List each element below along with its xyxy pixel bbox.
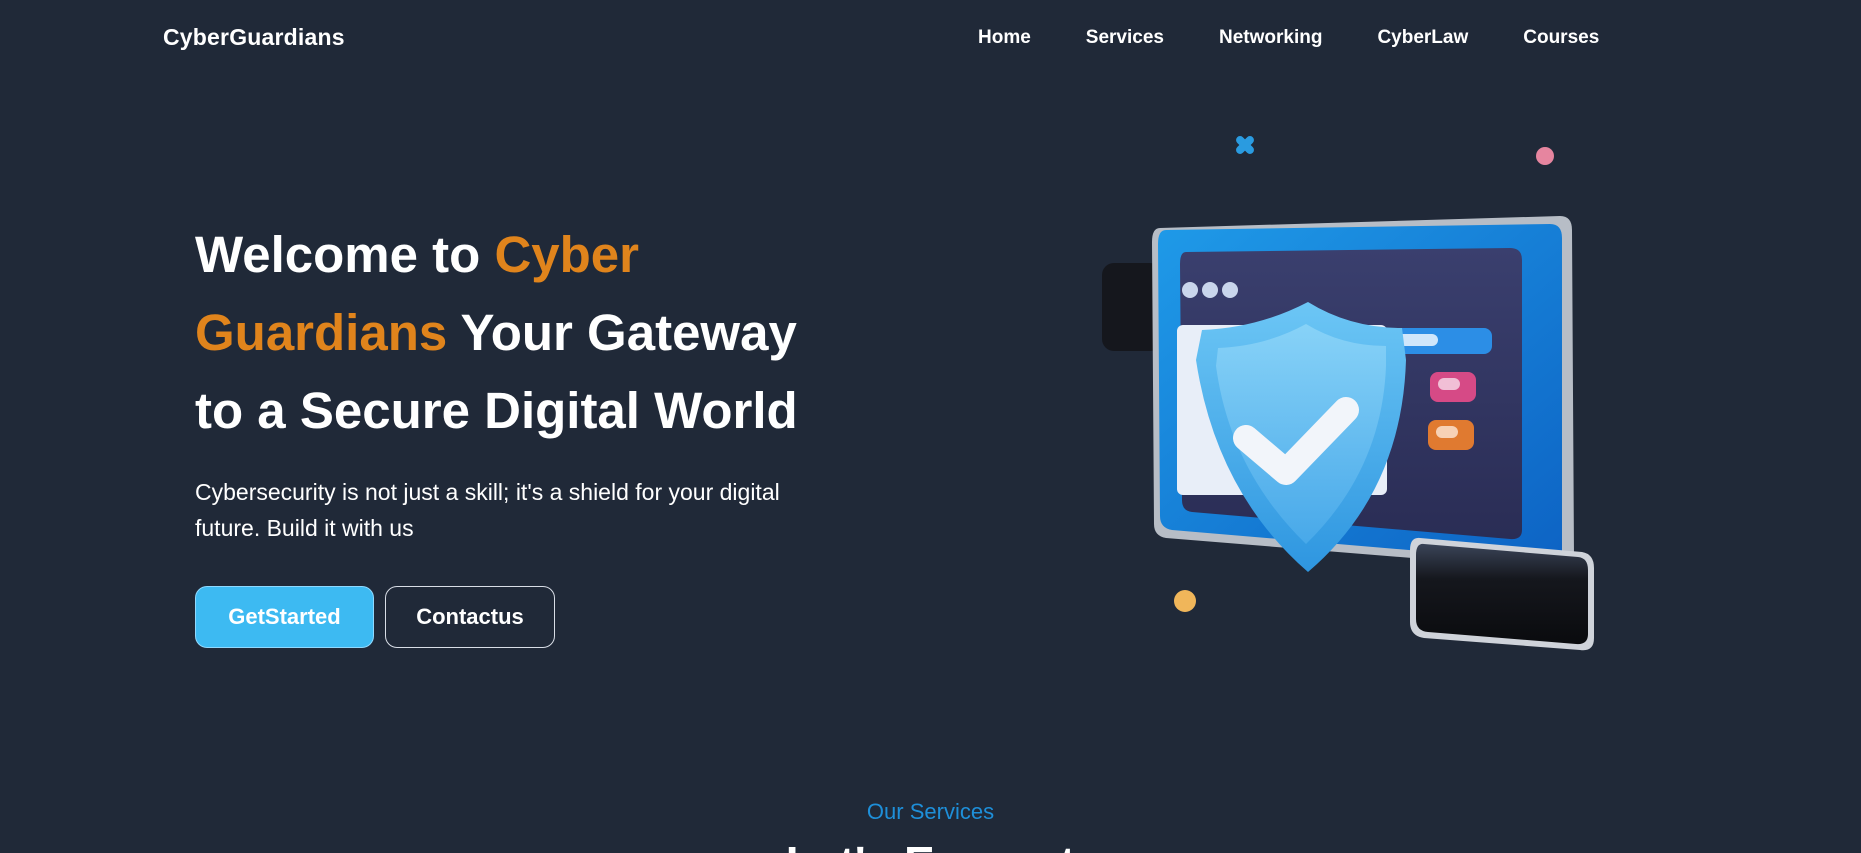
nav-item-cyberlaw[interactable]: CyberLaw <box>1377 27 1468 49</box>
hero-title-prefix: Welcome to <box>195 226 495 283</box>
get-started-button[interactable]: GetStarted <box>195 586 374 648</box>
window-dot <box>1182 282 1198 298</box>
services-eyebrow: Our Services <box>866 799 995 824</box>
window-dot <box>1202 282 1218 298</box>
services-heading: Let's Encrypt <box>0 836 1861 853</box>
floating-cross-icon <box>1236 136 1254 154</box>
hero-subtitle: Cybersecurity is not just a skill; it's … <box>195 479 780 541</box>
page: CyberGuardians Home Services Networking … <box>0 0 1861 853</box>
ui-bar-line <box>1438 378 1460 390</box>
ui-bar-line <box>1436 426 1458 438</box>
shield-check-icon <box>1102 136 1594 651</box>
dark-card <box>1416 543 1588 645</box>
contact-us-button[interactable]: Contactus <box>385 586 555 648</box>
floating-dot-pink <box>1536 147 1554 165</box>
nav-item-courses[interactable]: Courses <box>1523 27 1599 49</box>
nav-item-services[interactable]: Services <box>1086 27 1164 49</box>
top-navbar: CyberGuardians Home Services Networking … <box>0 0 1861 76</box>
hero-title: Welcome to Cyber Guardians Your Gateway … <box>195 216 835 450</box>
brand-logo[interactable]: CyberGuardians <box>163 24 345 51</box>
main-nav: Home Services Networking CyberLaw Course… <box>978 27 1599 49</box>
floating-dot-yellow <box>1174 590 1196 612</box>
window-dot <box>1222 282 1238 298</box>
nav-item-home[interactable]: Home <box>978 27 1031 49</box>
nav-item-networking[interactable]: Networking <box>1219 27 1322 49</box>
